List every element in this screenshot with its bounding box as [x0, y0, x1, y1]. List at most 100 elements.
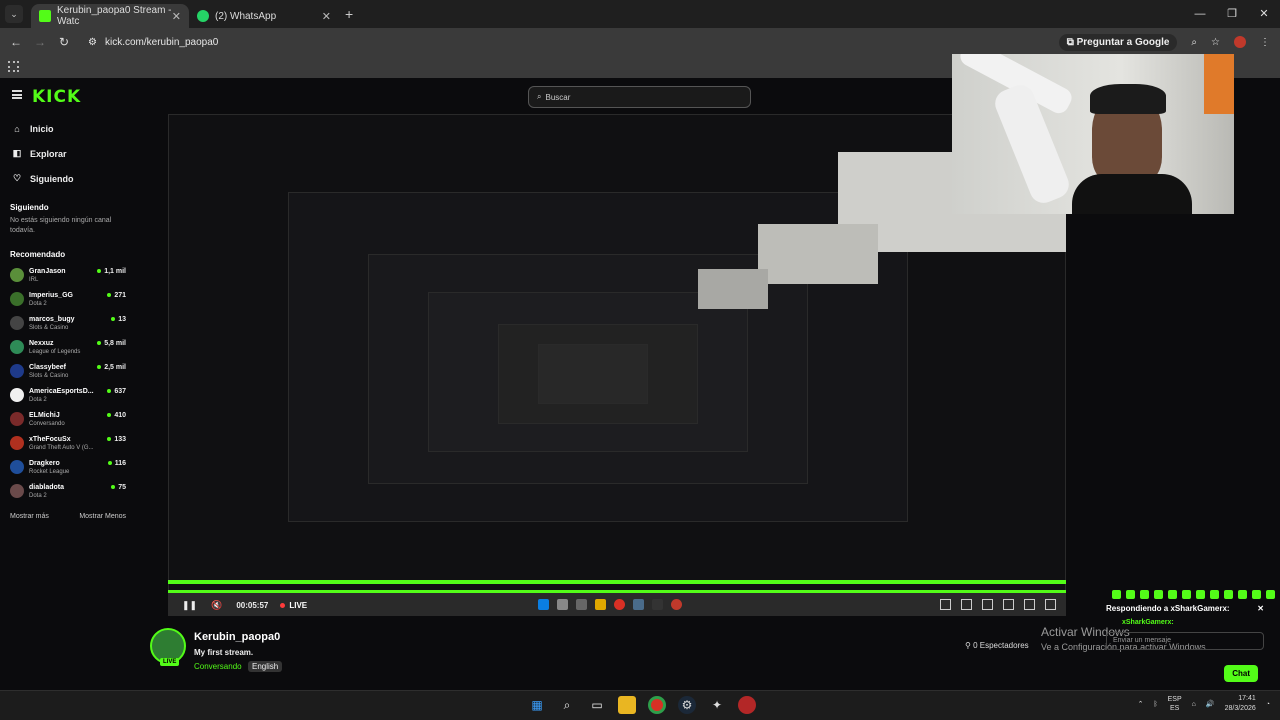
show-more-link[interactable]: Mostrar más	[10, 513, 49, 520]
search-icon	[557, 599, 568, 610]
mute-button[interactable]: 🔇	[211, 600, 222, 611]
emote-icon[interactable]	[1182, 590, 1191, 599]
recommended-item[interactable]: AmericaEsportsD... Dota 2 637	[0, 383, 136, 407]
minimize-button[interactable]: —	[1184, 0, 1216, 28]
menu-dots-icon[interactable]: ⋮	[1260, 37, 1270, 48]
clock-date: 28/3/2026	[1224, 705, 1256, 712]
zoom-icon[interactable]: ⌕	[1191, 37, 1197, 48]
emote-icon[interactable]	[1224, 590, 1233, 599]
ask-google-button[interactable]: ⧉ Preguntar a Google	[1058, 33, 1178, 51]
search-input[interactable]: ⌕ Buscar	[528, 86, 751, 108]
apps-grid-icon[interactable]	[8, 61, 19, 72]
recommended-item[interactable]: Classybeef Slots & Casino 2,5 mil	[0, 359, 136, 383]
progress-bar[interactable]	[168, 590, 1066, 593]
quality-icon[interactable]	[961, 599, 972, 610]
volume-icon[interactable]: 🔊	[1206, 700, 1215, 708]
bookmark-star-icon[interactable]: ☆	[1211, 37, 1220, 48]
elapsed-time: 00:05:57	[236, 600, 269, 610]
sidebar-item-siguiendo[interactable]: ♡ Siguiendo	[0, 166, 136, 191]
fullscreen-icon[interactable]	[1024, 599, 1035, 610]
pip-icon[interactable]	[1003, 599, 1014, 610]
bluetooth-icon[interactable]: ᛒ	[1153, 701, 1157, 708]
kick-logo[interactable]: KICK	[32, 87, 81, 107]
channel-avatar	[10, 460, 24, 474]
file-explorer-icon[interactable]	[618, 696, 636, 714]
url-text: kick.com/kerubin_paopa0	[104, 36, 219, 48]
app-red-icon[interactable]	[738, 696, 756, 714]
back-button[interactable]: ←	[4, 35, 28, 49]
emote-icon[interactable]	[1252, 590, 1261, 599]
stream-category[interactable]: Conversando	[194, 662, 242, 671]
emote-icon[interactable]	[1210, 590, 1219, 599]
emote-icon[interactable]	[1266, 590, 1275, 599]
language-tag[interactable]: English	[248, 661, 283, 672]
url-field[interactable]: ⚙ kick.com/kerubin_paopa0	[88, 37, 218, 48]
profile-avatar[interactable]	[1234, 36, 1246, 48]
tab-kick[interactable]: Kerubin_paopa0 Stream - Watc ✕	[31, 4, 189, 28]
channel-text: Imperius_GG Dota 2	[29, 291, 73, 308]
new-tab-button[interactable]: +	[345, 6, 353, 22]
sidebar-item-explorar[interactable]: ◧ Explorar	[0, 141, 136, 166]
show-less-link[interactable]: Mostrar Menos	[79, 513, 126, 520]
tray-chevron-icon[interactable]: ⌃	[1138, 700, 1144, 708]
channel-name: AmericaEsportsD...	[29, 387, 94, 395]
windows-start-icon[interactable]: ▦	[528, 696, 546, 714]
streamer-name[interactable]: Kerubin_paopa0	[194, 631, 280, 643]
sidebar-item-inicio[interactable]: ⌂ Inicio	[0, 116, 136, 141]
close-window-button[interactable]: ✕	[1248, 0, 1280, 28]
language-indicator[interactable]: ESP ES	[1168, 695, 1182, 713]
clock[interactable]: 17:41 28/3/2026	[1225, 694, 1256, 714]
recommended-item[interactable]: diabladota Dota 2 75	[0, 479, 136, 503]
recommended-item[interactable]: Nexxuz League of Legends 5,8 mil	[0, 335, 136, 359]
pause-button[interactable]: ❚❚	[182, 600, 197, 611]
video-player[interactable]	[168, 114, 1066, 616]
tab-search-button[interactable]: ⌄	[5, 5, 23, 23]
notification-icon[interactable]: ◔	[1266, 701, 1270, 708]
steam-icon[interactable]: ⚙	[678, 696, 696, 714]
app-icon[interactable]: ✦	[708, 696, 726, 714]
chat-send-button[interactable]: Chat	[1224, 665, 1258, 682]
viewer-count-text: 0 Espectadores	[973, 641, 1029, 650]
emote-icon[interactable]	[1196, 590, 1205, 599]
recommended-item[interactable]: xTheFocuSx Grand Theft Auto V (G... 133	[0, 431, 136, 455]
close-reply-icon[interactable]: ✕	[1257, 604, 1264, 613]
settings-icon[interactable]	[1045, 599, 1056, 610]
recommended-item[interactable]: Dragkero Rocket League 116	[0, 455, 136, 479]
close-icon[interactable]: ✕	[172, 10, 181, 23]
search-icon[interactable]: ⌕	[558, 696, 576, 714]
emote-icon[interactable]	[1168, 590, 1177, 599]
viewer-count: 5,8 mil	[97, 340, 126, 347]
emote-icon[interactable]	[1140, 590, 1149, 599]
emote-icon[interactable]	[1126, 590, 1135, 599]
task-view-icon[interactable]: ▭	[588, 696, 606, 714]
theater-icon[interactable]	[982, 599, 993, 610]
windows-icon	[538, 599, 549, 610]
viewers-icon: ⚲	[965, 641, 974, 650]
recommended-item[interactable]: marcos_bugy Slots & Casino 13	[0, 311, 136, 335]
emote-icon[interactable]	[1154, 590, 1163, 599]
player-right-controls	[940, 599, 1056, 610]
close-icon[interactable]: ✕	[322, 10, 331, 23]
live-badge: LIVE	[160, 658, 180, 666]
recommended-item[interactable]: ELMichiJ Conversando 410	[0, 407, 136, 431]
tab-whatsapp[interactable]: (2) WhatsApp ✕	[189, 4, 339, 28]
network-icon[interactable]: ⌂	[1192, 701, 1196, 708]
channel-text: ELMichiJ Conversando	[29, 411, 65, 428]
channel-category: Dota 2	[29, 300, 47, 307]
chrome-icon[interactable]	[648, 696, 666, 714]
hamburger-menu-icon[interactable]	[12, 90, 22, 99]
emote-icon[interactable]	[1112, 590, 1121, 599]
channel-avatar	[10, 364, 24, 378]
channel-avatar	[10, 316, 24, 330]
recommended-item[interactable]: Imperius_GG Dota 2 271	[0, 287, 136, 311]
site-info-icon[interactable]: ⚙	[88, 37, 97, 48]
emote-icon[interactable]	[1238, 590, 1247, 599]
chat-input[interactable]: Enviar un mensaje	[1106, 632, 1264, 650]
maximize-button[interactable]: ❐	[1216, 0, 1248, 28]
channel-avatar	[10, 340, 24, 354]
recommended-item[interactable]: GranJason IRL 1,1 mil	[0, 263, 136, 287]
reload-button[interactable]: ↻	[52, 35, 76, 49]
forward-button[interactable]: →	[28, 35, 52, 49]
system-tray: ⌃ ᛒ ESP ES ⌂ 🔊 17:41 28/3/2026 ◔	[1138, 694, 1270, 714]
clip-icon[interactable]	[940, 599, 951, 610]
